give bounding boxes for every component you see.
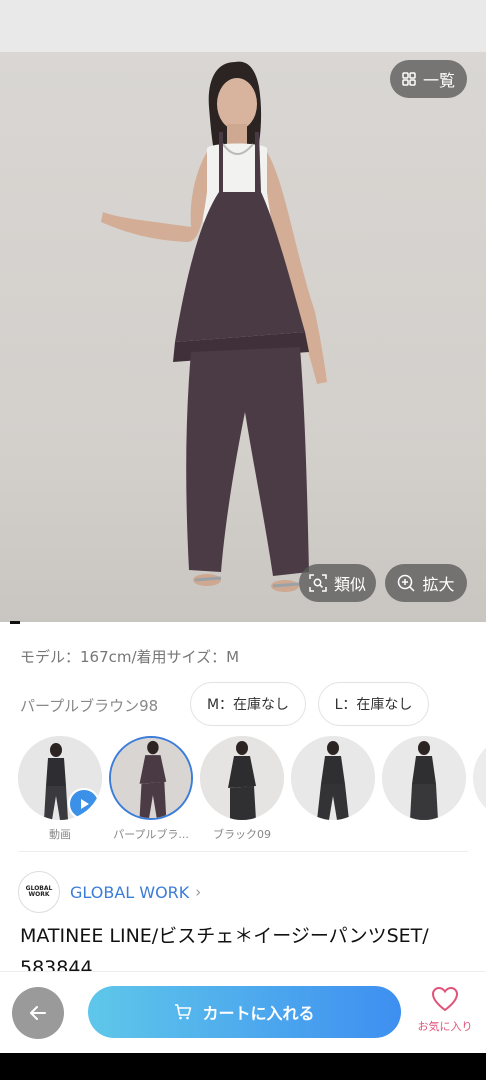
brand-logo-text: WORK: [28, 891, 50, 898]
add-to-cart-button[interactable]: カートに入れる: [88, 986, 401, 1038]
arrow-left-icon: [30, 1006, 46, 1020]
grid-icon: [402, 72, 416, 86]
product-image[interactable]: 一覧 類似 拡大: [0, 52, 486, 622]
similar-items-button[interactable]: 類似: [299, 564, 376, 602]
thumbnail-figure: [382, 736, 466, 820]
favorite-label: お気に入り: [417, 1020, 473, 1033]
list-view-button[interactable]: 一覧: [390, 60, 467, 98]
video-thumbnail[interactable]: 動画: [18, 736, 102, 842]
zoom-in-icon: [398, 574, 416, 592]
status-bar: [0, 0, 486, 52]
back-button[interactable]: [12, 987, 64, 1039]
brand-name: GLOBAL WORK: [70, 882, 190, 902]
size-stock-chip[interactable]: L：在庫なし: [318, 682, 429, 726]
section-divider: [18, 851, 468, 852]
thumbnail-caption: パープルブラ...: [113, 828, 189, 841]
thumbnail-image: [382, 736, 466, 820]
thumbnail-caption: ブラック09: [213, 828, 271, 841]
scan-search-icon: [309, 574, 327, 592]
heart-icon: [431, 986, 459, 1012]
similar-items-label: 類似: [333, 575, 366, 594]
thumbnail-image: [18, 736, 102, 820]
add-to-cart-label: カートに入れる: [202, 1004, 315, 1023]
thumbnail-figure: [291, 736, 375, 820]
system-navigation-bar: [0, 1053, 486, 1080]
thumbnail-image: [473, 736, 486, 820]
image-thumbnail[interactable]: [473, 736, 486, 826]
model-figure: [101, 61, 327, 592]
model-info: モデル：167cm/着用サイズ：M: [20, 648, 240, 666]
chevron-right-icon: ›: [195, 883, 202, 901]
thumbnail-image: [291, 736, 375, 820]
list-view-label: 一覧: [422, 71, 455, 90]
zoom-button[interactable]: 拡大: [385, 564, 467, 602]
image-thumbnail[interactable]: [382, 736, 466, 826]
color-thumbnail[interactable]: ブラック09: [200, 736, 284, 842]
thumbnail-image: [200, 736, 284, 820]
cart-icon: [175, 1004, 192, 1020]
selected-color-label: パープルブラウン98: [20, 697, 159, 715]
zoom-label: 拡大: [422, 575, 455, 594]
thumbnail-caption: 動画: [49, 828, 71, 841]
thumbnail-figure: [200, 736, 284, 820]
thumbnail-figure: [111, 738, 191, 818]
image-thumbnail[interactable]: [291, 736, 375, 826]
stock-row: パープルブラウン98 M：在庫なし L：在庫なし: [0, 682, 486, 728]
color-thumbnail-strip: 動画 パープルブラ... ブラック09: [0, 736, 486, 846]
bottom-action-bar: カートに入れる お気に入り: [0, 971, 486, 1053]
thumbnail-image: [109, 736, 193, 820]
play-icon: [68, 788, 100, 820]
brand-logo: GLOBAL WORK: [18, 871, 60, 913]
favorite-button[interactable]: お気に入り: [412, 986, 478, 1034]
size-stock-chip[interactable]: M：在庫なし: [190, 682, 306, 726]
image-page-indicator: [10, 621, 20, 624]
color-thumbnail[interactable]: パープルブラ...: [109, 736, 193, 842]
brand-link[interactable]: GLOBAL WORK GLOBAL WORK ›: [18, 871, 201, 913]
